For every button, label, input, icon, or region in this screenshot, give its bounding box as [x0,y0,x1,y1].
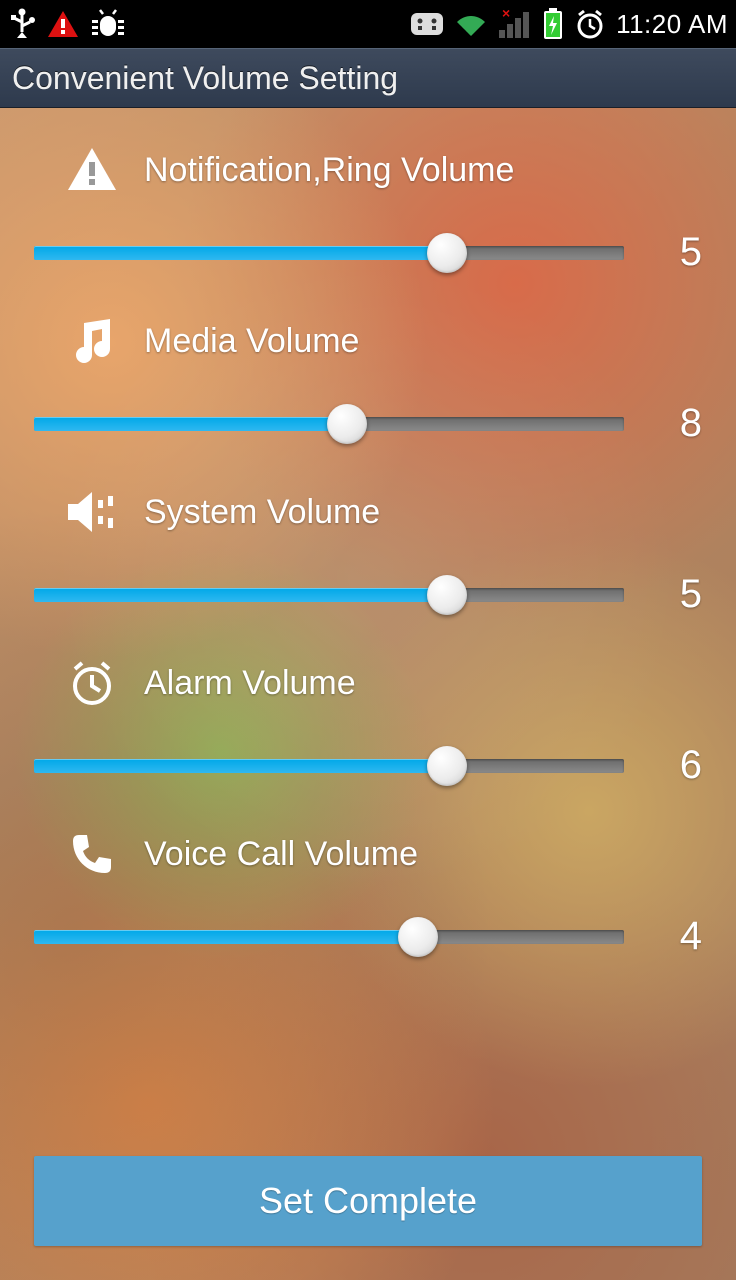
debug-icon [90,8,126,40]
content-area: Notification,Ring Volume 5 Media Volume [0,108,736,1280]
volume-label: Notification,Ring Volume [144,151,514,190]
slider-fill [34,588,447,602]
slider-fill [34,246,447,260]
wifi-icon [454,10,488,38]
set-complete-label: Set Complete [259,1180,477,1222]
volume-group-media: Media Volume 8 [34,313,702,446]
set-complete-button[interactable]: Set Complete [34,1156,702,1246]
system-slider[interactable] [34,575,624,615]
speaker-icon [64,484,120,540]
svg-text:×: × [502,10,510,21]
volume-group-alarm: Alarm Volume 6 [34,655,702,788]
volume-value: 5 [652,230,702,275]
slider-thumb[interactable] [398,917,438,957]
voice-slider[interactable] [34,917,624,957]
volume-label: Voice Call Volume [144,835,418,874]
app-title: Convenient Volume Setting [12,60,398,97]
slider-fill [34,930,418,944]
controller-icon [410,12,444,36]
volume-label: Media Volume [144,322,359,361]
status-left [8,8,126,40]
status-bar: × 11:20 AM [0,0,736,48]
slider-thumb[interactable] [427,746,467,786]
volume-value: 8 [652,401,702,446]
battery-icon [542,8,564,40]
volume-value: 6 [652,743,702,788]
slider-thumb[interactable] [427,233,467,273]
notification-slider[interactable] [34,233,624,273]
slider-thumb[interactable] [427,575,467,615]
volume-value: 4 [652,914,702,959]
slider-fill [34,759,447,773]
alarm-slider[interactable] [34,746,624,786]
volume-label: Alarm Volume [144,664,356,703]
signal-icon: × [498,10,532,38]
warning-triangle-icon [64,142,120,198]
volume-group-notification: Notification,Ring Volume 5 [34,142,702,275]
volume-value: 5 [652,572,702,617]
volume-group-voice: Voice Call Volume 4 [34,826,702,959]
warning-icon [46,9,80,39]
phone-icon [64,826,120,882]
music-note-icon [64,313,120,369]
slider-thumb[interactable] [327,404,367,444]
media-slider[interactable] [34,404,624,444]
volume-group-system: System Volume 5 [34,484,702,617]
slider-fill [34,417,347,431]
alarm-icon [64,655,120,711]
app-title-bar: Convenient Volume Setting [0,48,736,108]
alarm-clock-icon [574,9,606,39]
status-right: × 11:20 AM [410,8,728,40]
status-clock: 11:20 AM [616,9,728,40]
volume-label: System Volume [144,493,380,532]
usb-icon [8,8,36,40]
